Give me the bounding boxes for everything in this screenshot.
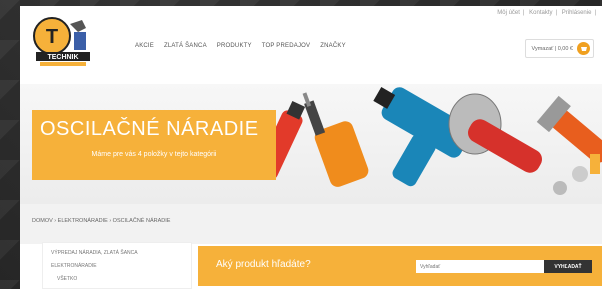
search-button[interactable]: VYHĽADAŤ [544,260,592,273]
power-tools-image [260,87,602,195]
top-link-login[interactable]: Prihlásenie [562,10,592,16]
cart-icon [577,42,590,55]
site-logo[interactable]: T TECHNIK [30,14,96,70]
top-link-account[interactable]: Môj účet [497,10,520,16]
hero-banner: OSCILAČNÉ NÁRADIE Máme pre vás 4 položky… [20,84,602,204]
nav-item-znacky[interactable]: ZNAČKY [320,43,346,49]
hero-title: OSCILAČNÉ NÁRADIE [40,118,259,140]
svg-text:T: T [46,26,58,48]
nav-item-produkty[interactable]: PRODUKTY [217,43,252,49]
web-page: Môj účet | Kontakty | Prihlásenie | T TECHN… [20,6,602,289]
search-input[interactable] [416,260,544,273]
hero-subtitle: Máme pre vás 4 položky v tejto kategórii [91,151,217,158]
nav-item-zlata-sanca[interactable]: ZLATÁ ŠANCA [164,43,207,49]
hero-caption-box: OSCILAČNÉ NÁRADIE Máme pre vás 4 položky… [32,110,276,180]
top-links: Môj účet | Kontakty | Prihlásenie | [497,10,596,16]
svg-text:TECHNIK: TECHNIK [47,54,78,61]
sidebar-item-vsetko[interactable]: VŠETKO [43,276,191,282]
breadcrumb[interactable]: DOMOV › ELEKTRONÁRADIE › OSCILAČNÉ NÁRAD… [32,218,170,224]
sidebar-item-elektronaradie[interactable]: ELEKTRONÁRADIE [43,263,191,269]
nav-item-top-predajov[interactable]: TOP PREDAJOV [262,43,311,49]
breadcrumb-strip: DOMOV › ELEKTRONÁRADIE › OSCILAČNÉ NÁRAD… [20,204,602,244]
product-search-bar: Aký produkt hľadáte? VYHĽADAŤ [198,246,602,286]
cart-button[interactable]: Vymazať | 0,00 € [525,39,594,58]
cart-label: Vymazať | 0,00 € [531,45,573,52]
main-nav: AKCIE ZLATÁ ŠANCA PRODUKTY TOP PREDAJOV … [135,43,346,49]
nav-item-akcie[interactable]: AKCIE [135,43,154,49]
search-question: Aký produkt hľadáte? [216,259,311,270]
category-sidebar: VÝPREDAJ NÁRADIA, ZLATÁ ŠANCA ELEKTRONÁR… [42,242,192,289]
sidebar-item-vypredaj[interactable]: VÝPREDAJ NÁRADIA, ZLATÁ ŠANCA [43,250,191,256]
top-link-contacts[interactable]: Kontakty [529,10,552,16]
